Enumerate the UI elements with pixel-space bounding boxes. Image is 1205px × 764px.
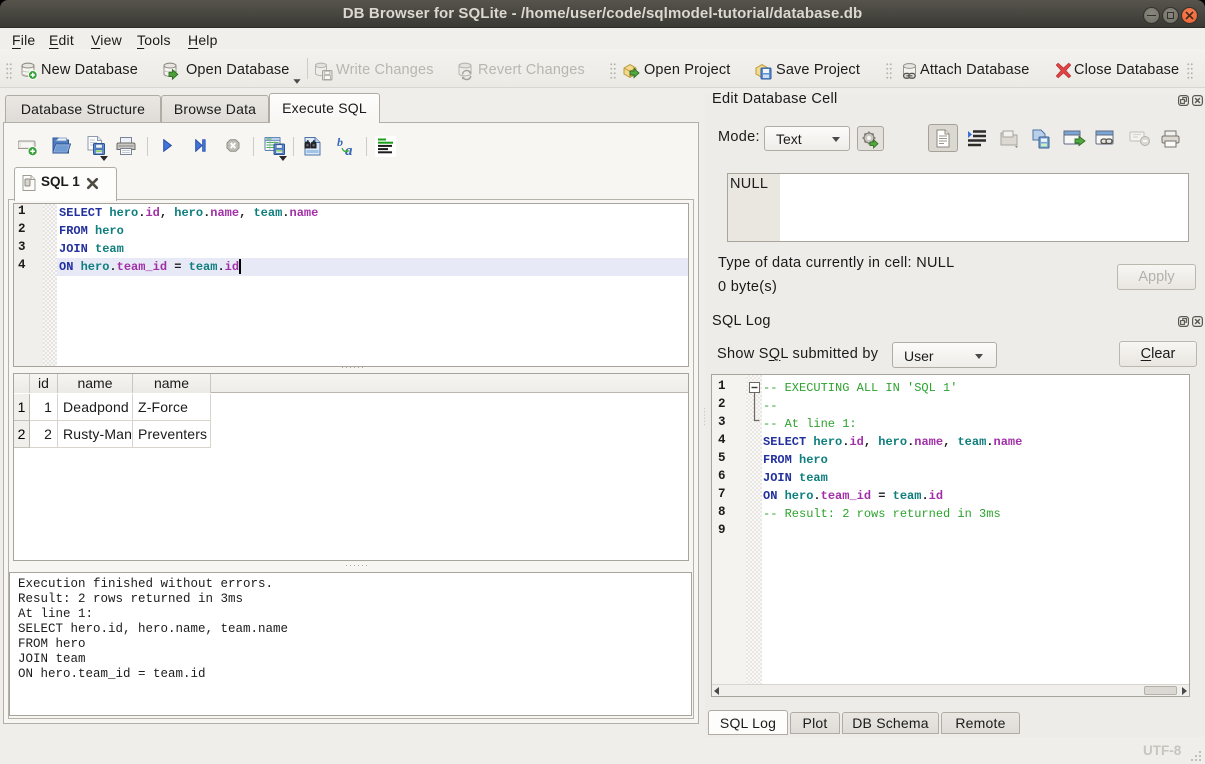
svg-text:b: b	[337, 136, 343, 149]
svg-text:a: a	[345, 143, 353, 157]
